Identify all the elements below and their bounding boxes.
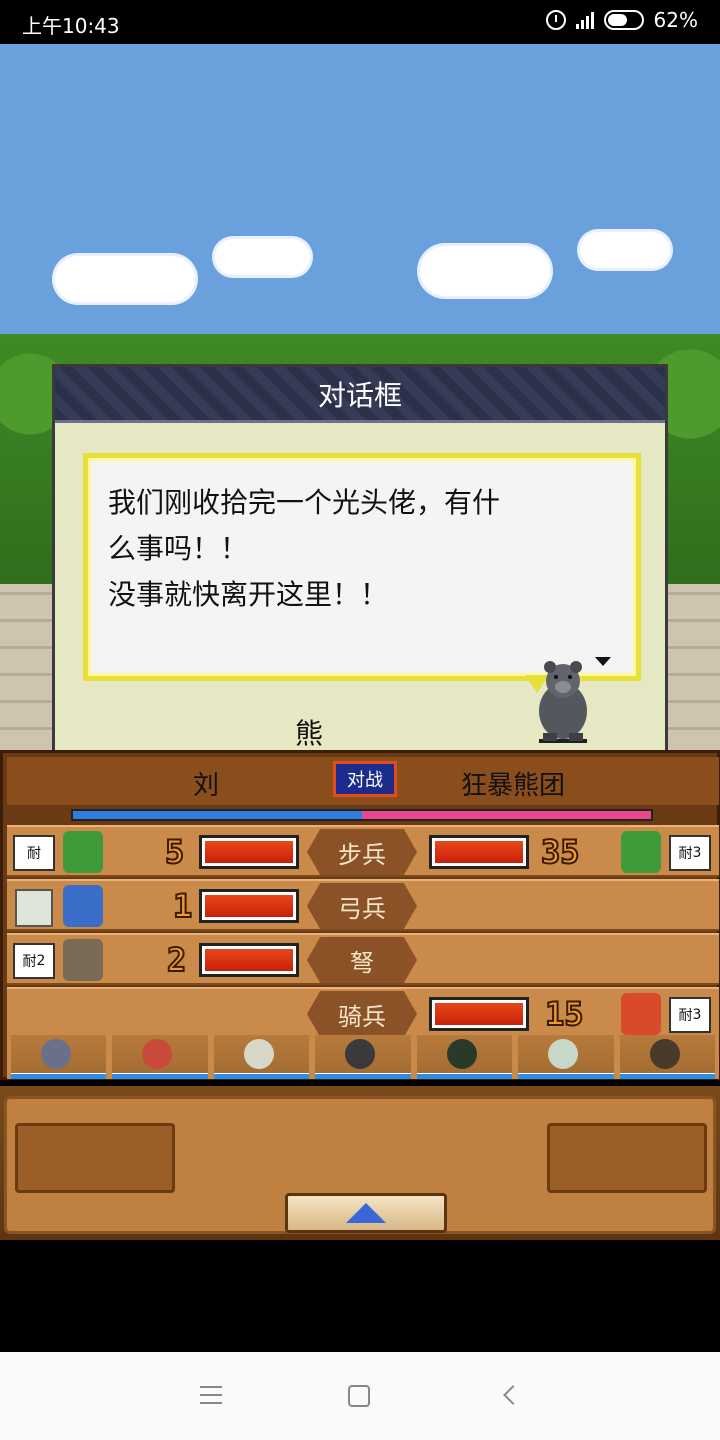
hero-bar bbox=[7, 1035, 719, 1079]
status-icons: 62% bbox=[545, 8, 698, 32]
command-area bbox=[0, 1086, 720, 1240]
hero-slot[interactable] bbox=[416, 1035, 513, 1079]
unit-label: 步兵 bbox=[307, 829, 417, 875]
battle-panel: 刘 对战 狂暴熊团 耐 5 步兵 35 耐3 1 弓兵 耐 2 2 弩 骑兵 1… bbox=[0, 750, 720, 1080]
cloud bbox=[580, 232, 670, 268]
menu-icon[interactable] bbox=[200, 1386, 222, 1404]
player-army-name: 刘 bbox=[193, 771, 220, 801]
bear-portrait bbox=[539, 661, 587, 743]
unit-label: 骑兵 bbox=[307, 991, 417, 1037]
unit-label: 弓兵 bbox=[307, 883, 417, 929]
player-morale bbox=[73, 811, 362, 819]
command-slot-left[interactable] bbox=[15, 1123, 175, 1193]
player-hp-bar bbox=[199, 943, 299, 977]
vs-badge: 对战 bbox=[333, 761, 397, 797]
dialog-title: 对话框 bbox=[55, 367, 665, 423]
battery-icon bbox=[603, 10, 644, 30]
battery-fill bbox=[607, 14, 628, 26]
cavalry-sprite bbox=[621, 993, 661, 1035]
status-bar: 上午10:43 62% bbox=[0, 0, 720, 44]
enemy-hp-bar bbox=[429, 835, 529, 869]
speech-bubble: 我们刚收拾完一个光头佬，有什 么事吗！！ 没事就快离开这里！！ bbox=[83, 453, 641, 681]
player-count: 1 bbox=[172, 886, 193, 926]
more-arrow-icon bbox=[595, 657, 611, 666]
system-nav-bar bbox=[0, 1352, 720, 1440]
arrow-up-icon bbox=[346, 1203, 386, 1223]
enemy-army-name: 狂暴熊团 bbox=[461, 771, 566, 801]
enemy-morale bbox=[362, 811, 651, 819]
unit-label: 弩 bbox=[307, 937, 417, 983]
cloud bbox=[55, 256, 195, 302]
infantry-sprite bbox=[63, 831, 103, 873]
dialog-line: 我们刚收拾完一个光头佬，有什 bbox=[108, 486, 501, 519]
unit-row-archer: 1 弓兵 bbox=[7, 879, 719, 931]
enemy-hp-bar bbox=[429, 997, 529, 1031]
hero-slot[interactable] bbox=[11, 1035, 107, 1079]
player-count: 5 bbox=[164, 832, 185, 872]
home-icon[interactable] bbox=[348, 1385, 370, 1407]
player-hp-bar bbox=[199, 835, 299, 869]
archer-sprite bbox=[63, 885, 103, 927]
player-hp-bar bbox=[199, 889, 299, 923]
signal-icon bbox=[575, 11, 594, 29]
army-names: 刘 对战 狂暴熊团 bbox=[7, 757, 719, 805]
infantry-sprite bbox=[621, 831, 661, 873]
expand-button[interactable] bbox=[285, 1193, 447, 1233]
command-slot-right[interactable] bbox=[547, 1123, 707, 1193]
enemy-count: 15 bbox=[544, 994, 585, 1034]
endurance-badge: 耐2 bbox=[13, 943, 55, 979]
alarm-icon bbox=[545, 10, 566, 30]
hero-slot[interactable] bbox=[315, 1035, 411, 1079]
hero-slot[interactable] bbox=[213, 1035, 310, 1079]
dialog-line: 没事就快离开这里！！ bbox=[108, 578, 389, 611]
battery-percent: 62% bbox=[653, 8, 698, 32]
hero-slot[interactable] bbox=[112, 1035, 208, 1079]
dialog-line: 么事吗！！ bbox=[108, 532, 249, 565]
endurance-badge: 耐3 bbox=[669, 997, 711, 1033]
command-board bbox=[4, 1096, 716, 1234]
unit-row-infantry: 耐 5 步兵 35 耐3 bbox=[7, 825, 719, 877]
hero-slot[interactable] bbox=[518, 1035, 614, 1079]
speaker-name: 熊 bbox=[295, 717, 324, 750]
empty-slot bbox=[15, 889, 53, 927]
endurance-badge: 耐 bbox=[13, 835, 55, 871]
endurance-badge: 耐3 bbox=[669, 835, 711, 871]
unit-row-cavalry: 骑兵 15 耐3 bbox=[7, 987, 719, 1039]
hero-slot[interactable] bbox=[619, 1035, 715, 1079]
unit-row-crossbow: 耐2 2 弩 bbox=[7, 933, 719, 985]
cloud bbox=[215, 239, 310, 275]
status-time: 上午10:43 bbox=[22, 14, 120, 38]
dialog-box[interactable]: 对话框 我们刚收拾完一个光头佬，有什 么事吗！！ 没事就快离开这里！！ 熊 bbox=[52, 364, 668, 766]
morale-bar bbox=[71, 809, 653, 821]
cloud bbox=[420, 246, 550, 296]
back-icon[interactable] bbox=[503, 1385, 523, 1405]
enemy-count: 35 bbox=[540, 832, 581, 872]
game-screen[interactable]: 对话框 我们刚收拾完一个光头佬，有什 么事吗！！ 没事就快离开这里！！ 熊 刘 … bbox=[0, 44, 720, 1240]
player-count: 2 bbox=[166, 940, 187, 980]
crossbow-sprite bbox=[63, 939, 103, 981]
